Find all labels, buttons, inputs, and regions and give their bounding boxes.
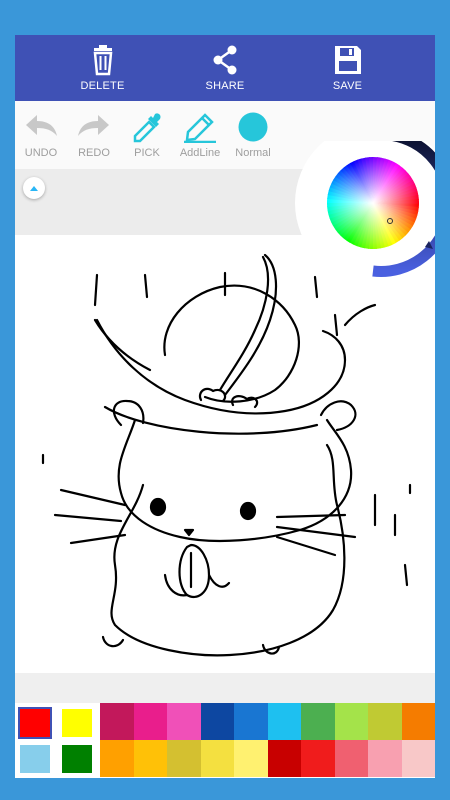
redo-button[interactable]: REDO — [68, 111, 120, 159]
redo-arrow-icon — [78, 115, 109, 136]
color-swatch[interactable] — [267, 740, 301, 777]
pencil-icon — [184, 113, 216, 143]
color-swatch[interactable] — [267, 703, 301, 740]
save-button[interactable]: SAVE — [313, 44, 383, 92]
color-swatch[interactable] — [200, 703, 234, 740]
floppy-disk-icon — [334, 46, 361, 74]
color-swatch[interactable] — [334, 740, 368, 777]
color-swatch[interactable] — [368, 740, 402, 777]
recent-color-yellow[interactable] — [62, 709, 92, 737]
color-swatch[interactable] — [401, 740, 435, 777]
color-swatch[interactable] — [234, 740, 268, 777]
share-button[interactable]: SHARE — [190, 44, 260, 92]
color-wheel-picker[interactable] — [293, 123, 435, 301]
color-swatch[interactable] — [167, 740, 201, 777]
trash-icon — [93, 45, 112, 76]
addline-button[interactable]: AddLine — [174, 111, 226, 159]
color-swatch[interactable] — [301, 740, 335, 777]
color-swatch[interactable] — [133, 703, 167, 740]
normal-label: Normal — [235, 147, 271, 159]
color-wheel-panel[interactable] — [293, 123, 435, 301]
recent-color-green[interactable] — [62, 745, 92, 773]
color-swatch[interactable] — [368, 703, 402, 740]
recent-color-skyblue[interactable] — [20, 745, 50, 773]
color-swatch[interactable] — [200, 740, 234, 777]
brush-mode-button[interactable]: Normal — [227, 111, 279, 159]
wheel-saturation-overlay — [327, 157, 419, 249]
color-swatch[interactable] — [133, 740, 167, 777]
selected-color-red[interactable] — [18, 707, 52, 739]
share-icon — [213, 45, 237, 75]
undo-label: UNDO — [24, 147, 58, 159]
color-swatch[interactable] — [167, 703, 201, 740]
color-swatch[interactable] — [234, 703, 268, 740]
pick-label: PICK — [134, 147, 160, 159]
color-swatch[interactable] — [401, 703, 435, 740]
color-swatch[interactable] — [334, 703, 368, 740]
color-swatch[interactable] — [100, 740, 134, 777]
undo-button[interactable]: UNDO — [15, 111, 67, 159]
top-action-bar: DELETE SHARE SAVE — [15, 35, 435, 101]
color-swatch[interactable] — [100, 703, 134, 740]
app-screen: DELETE SHARE SAVE UNDO REDO PICK AddLine… — [15, 35, 435, 778]
eyedropper-icon — [133, 113, 161, 143]
save-label: SAVE — [332, 80, 363, 92]
delete-button[interactable]: DELETE — [68, 44, 138, 92]
caret-up-icon — [30, 186, 38, 191]
addline-label: AddLine — [179, 147, 221, 159]
undo-arrow-icon — [26, 115, 57, 136]
canvas-bottom-strip — [15, 673, 435, 703]
delete-label: DELETE — [80, 80, 125, 92]
share-label: SHARE — [205, 80, 245, 92]
expand-toggle-button[interactable] — [23, 177, 45, 199]
redo-label: REDO — [78, 147, 110, 159]
color-dot-icon — [238, 112, 268, 142]
color-swatch[interactable] — [301, 703, 335, 740]
color-palette — [15, 703, 435, 778]
pick-button[interactable]: PICK — [121, 111, 173, 159]
